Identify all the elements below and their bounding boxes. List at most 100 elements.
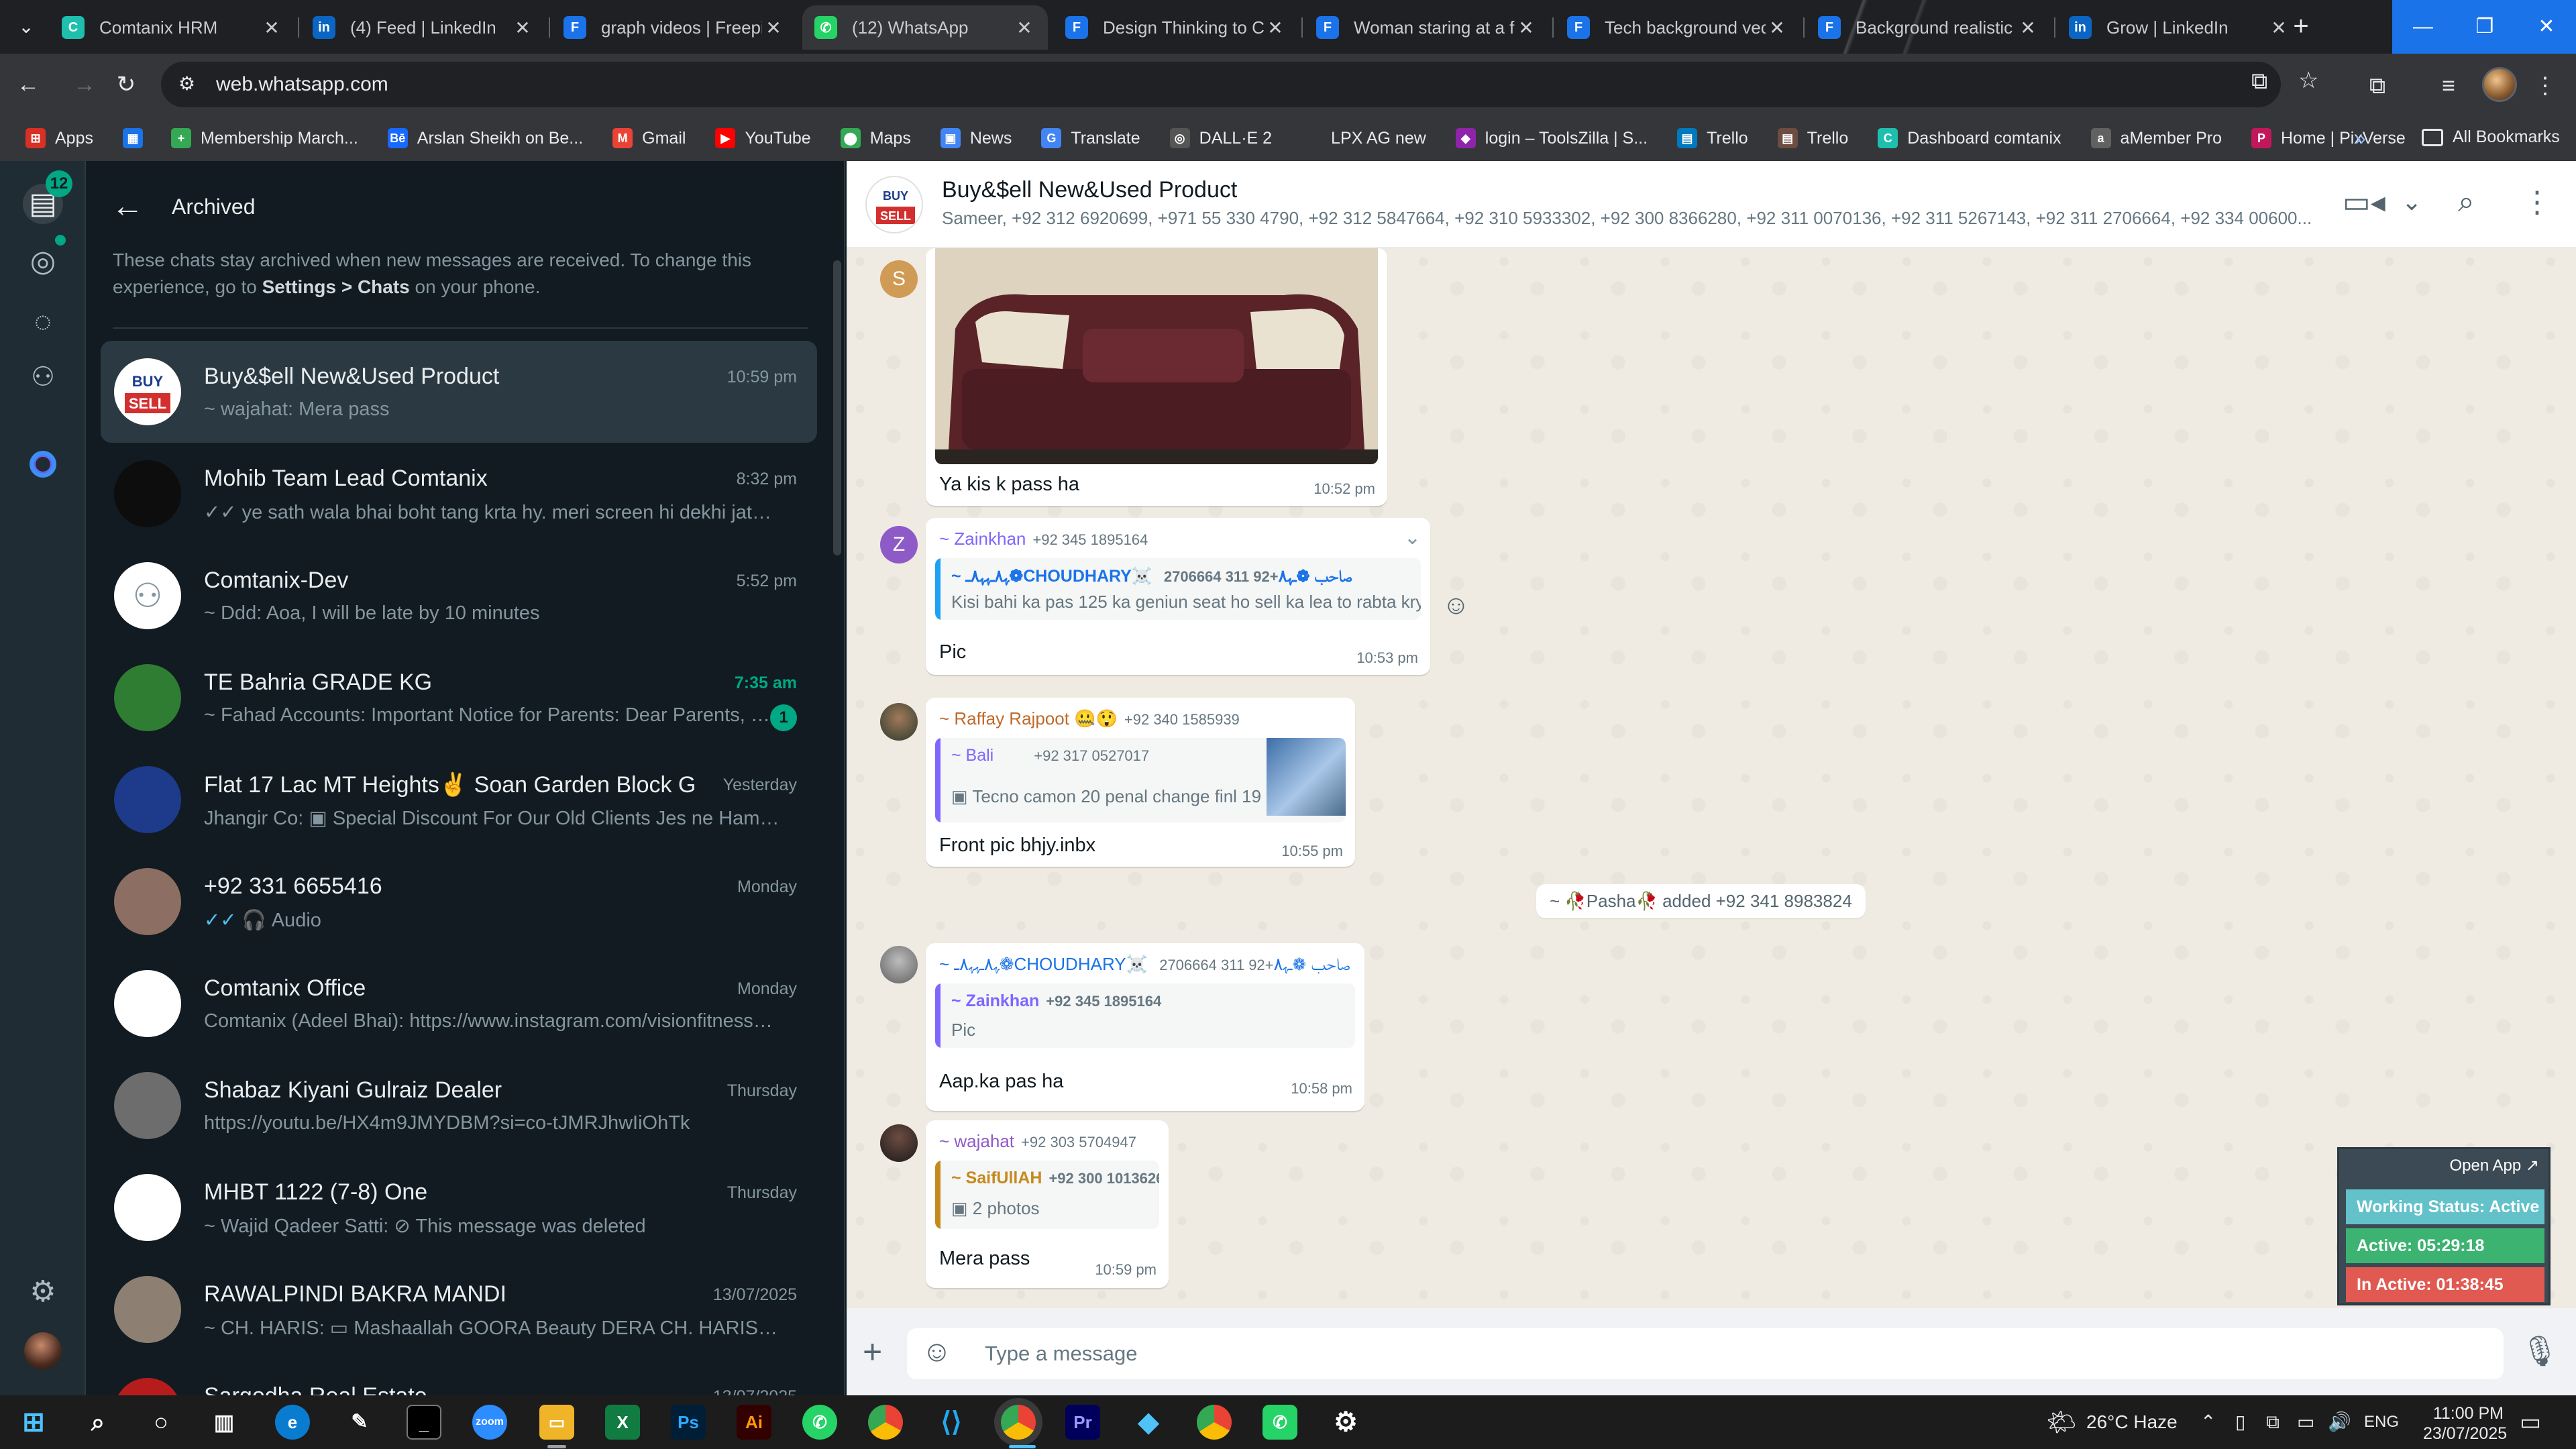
bookmark-item[interactable]: LPX AG new [1301, 128, 1426, 148]
video-call-icon[interactable]: ▭◂ [2343, 185, 2385, 219]
vscode-icon[interactable]: ⟨⟩ [934, 1405, 969, 1440]
quoted-message[interactable]: ~ Bali +92 317 0527017 ▣ Tecno camon 20 p… [935, 738, 1346, 822]
bookmark-item[interactable]: ⊞ Apps [25, 128, 93, 148]
browser-tab[interactable]: F Background realistic ✕ [1806, 5, 2051, 50]
chat-avatar[interactable] [114, 1276, 181, 1343]
new-tab-button[interactable]: + [2285, 11, 2317, 43]
bookmark-item[interactable]: ◆ login – ToolsZilla | S... [1455, 128, 1648, 148]
group-avatar[interactable]: BUY SELL [865, 176, 923, 233]
bookmark-item[interactable]: ▶ YouTube [715, 128, 811, 148]
chat-avatar[interactable]: BUY SELL [114, 358, 181, 425]
zoom-icon[interactable]: zoom [472, 1405, 507, 1440]
chat-avatar[interactable] [114, 1072, 181, 1139]
my-profile-avatar[interactable] [24, 1332, 62, 1370]
browser-tab[interactable]: F Tech background vec ✕ [1555, 5, 1801, 50]
illustrator-icon[interactable]: Ai [737, 1405, 771, 1440]
chat-avatar[interactable] [114, 664, 181, 731]
message-bubble[interactable]: ~ ﮩ٨ـﮩﮩ٨ـ❁CHOUDHARY☠️ صاحب ❁ـﮩ٨+92 311 2… [926, 943, 1364, 1111]
forward-icon[interactable]: → [68, 68, 101, 101]
chat-list-item[interactable]: TE Bahria GRADE KG 7:35 am ~ Fahad Account… [101, 647, 817, 749]
windows-start-icon[interactable]: ⊞ [16, 1405, 51, 1440]
premiere-icon[interactable]: Pr [1065, 1405, 1100, 1440]
bookmark-item[interactable]: ▤ Trello [1677, 128, 1748, 148]
bookmark-item[interactable]: + Membership March... [170, 128, 358, 148]
chat-list-item[interactable]: Flat 17 Lac MT Heights✌️ Soan Garden Blo… [101, 749, 817, 851]
chat-avatar[interactable] [114, 1174, 181, 1241]
whatsapp-desktop-icon[interactable]: ✆ [1263, 1405, 1297, 1440]
message-bubble[interactable]: ~ Zainkhan +92 345 1895164 ⌄ ~ ﮩ٨ـﮩﮩ٨ـ❁CH… [926, 518, 1430, 675]
chat-list-item[interactable]: Shabaz Kiyani Gulraiz Dealer Thursday http… [101, 1055, 817, 1157]
browser-tab[interactable]: Fgraph videos | Freepi ✕ [551, 5, 797, 50]
browser-tab[interactable]: F Design Thinking to C ✕ [1053, 5, 1299, 50]
sender-avatar[interactable]: S [880, 260, 918, 298]
sofa-photo[interactable] [935, 248, 1378, 464]
excel-icon[interactable]: X [605, 1405, 640, 1440]
react-emoji-icon[interactable]: ☺ [1442, 590, 1470, 621]
tray-app-icon[interactable]: ▯ [2235, 1395, 2245, 1449]
volume-icon[interactable]: 🔊 [2328, 1395, 2351, 1449]
chat-list-item[interactable]: Mohib Team Lead Comtanix 8:32 pm ✓✓ ye sath… [101, 443, 817, 545]
network-icon[interactable]: ▭ [2297, 1395, 2314, 1449]
bookmark-item[interactable]: a aMember Pro [2090, 128, 2222, 148]
communities-icon[interactable]: ⚇ [23, 357, 63, 397]
sidebar-scrollbar[interactable] [833, 260, 841, 555]
edge-icon[interactable]: e [275, 1405, 310, 1440]
bookmark-item[interactable]: ▦ [122, 128, 152, 148]
bookmark-item[interactable]: M Gmail [612, 128, 686, 148]
browser-tab[interactable]: ✆ (12) WhatsApp ✕ [802, 5, 1048, 50]
chat-avatar[interactable] [114, 766, 181, 833]
sender-avatar[interactable] [880, 946, 918, 983]
install-app-icon[interactable]: ⧉ [2251, 68, 2267, 95]
media-queue-icon[interactable]: ≡ [2432, 70, 2465, 102]
tab-close-icon[interactable]: ✕ [260, 17, 283, 39]
channels-icon[interactable]: ◌ [23, 302, 63, 342]
menu-icon[interactable]: ⋮ [2522, 185, 2552, 219]
tray-onedrive-icon[interactable]: ⧉ [2266, 1395, 2279, 1449]
tray-chevron-icon[interactable]: ⌃ [2200, 1395, 2216, 1449]
settings-gear-icon[interactable]: ⚙ [1328, 1405, 1363, 1440]
search-icon[interactable]: ⌕ [80, 1405, 115, 1440]
site-info-icon[interactable]: ⚙ [178, 72, 203, 97]
reload-icon[interactable]: ↻ [110, 68, 142, 101]
chat-list-item[interactable]: ⚇ Comtanix-Dev 5:52 pm ~ Ddd: Aoa, I will b… [101, 545, 817, 647]
meta-ai-icon[interactable] [30, 451, 56, 478]
tab-close-icon[interactable]: ✕ [2017, 17, 2039, 39]
minimize-button[interactable]: — [2392, 0, 2454, 54]
profile-avatar[interactable] [2482, 67, 2517, 102]
restore-button[interactable]: ❐ [2454, 0, 2516, 54]
language-indicator[interactable]: ENG [2364, 1395, 2399, 1449]
tab-close-icon[interactable]: ✕ [511, 17, 534, 39]
tab-close-icon[interactable]: ✕ [1013, 17, 1036, 39]
back-arrow-icon[interactable]: ← [111, 188, 144, 225]
sender-avatar[interactable] [880, 1124, 918, 1162]
quoted-message[interactable]: ~ SaifUllAH +92 300 1013626 ▣ 2 photos [935, 1161, 1159, 1229]
chat-list-item[interactable]: +92 331 6655416 Monday ✓✓ 🎧 Audio [101, 851, 817, 953]
settings-icon[interactable]: ⚙ [23, 1272, 63, 1312]
bookmark-item[interactable]: G Translate [1041, 128, 1140, 148]
bookmarks-overflow-icon[interactable]: » [2355, 127, 2366, 150]
whatsapp-taskbar-icon[interactable]: ✆ [802, 1405, 837, 1440]
terminal-icon[interactable]: _ [407, 1405, 441, 1440]
all-bookmarks-button[interactable]: All Bookmarks [2422, 127, 2560, 147]
message-bubble[interactable]: ~ Raffay Rajpoot 🤐😲 +92 340 1585939 ~ Bal… [926, 698, 1355, 867]
message-bubble[interactable]: ~ wajahat +92 303 5704947 ~ SaifUllAH +92 … [926, 1120, 1169, 1288]
sender-avatar[interactable] [880, 703, 918, 741]
browser-tab[interactable]: in Grow | LinkedIn ✕ [2057, 5, 2302, 50]
clock[interactable]: 11:00 PM 23/07/2025 [2423, 1403, 2507, 1444]
task-view-icon[interactable]: ▥ [207, 1405, 241, 1440]
sender-avatar[interactable]: Z [880, 526, 918, 564]
weather-text[interactable]: 26°C Haze [2086, 1395, 2178, 1449]
pen-icon[interactable]: ✎ [342, 1405, 377, 1440]
microphone-icon[interactable]: 🎙 [2521, 1334, 2559, 1368]
browser-tab[interactable]: F Woman staring at a f ✕ [1304, 5, 1550, 50]
search-icon[interactable]: ⌕ [2458, 185, 2475, 219]
tab-close-icon[interactable]: ✕ [1515, 17, 1538, 39]
bookmark-item[interactable]: ◎ DALL·E 2 [1169, 128, 1272, 148]
extensions-icon[interactable]: ⧉ [2361, 70, 2394, 102]
phone-thumbnail[interactable] [1267, 738, 1346, 816]
bookmark-item[interactable]: ⬤ Maps [840, 128, 911, 148]
quoted-message[interactable]: ~ ﮩ٨ـﮩﮩ٨ـ❁CHOUDHARY☠️ صاحب ❁ـﮩ٨+92 311 2… [935, 558, 1421, 620]
file-explorer-icon[interactable]: ▭ [539, 1405, 574, 1440]
open-app-link[interactable]: Open App ↗ [2449, 1156, 2539, 1175]
back-icon[interactable]: ← [12, 68, 44, 101]
